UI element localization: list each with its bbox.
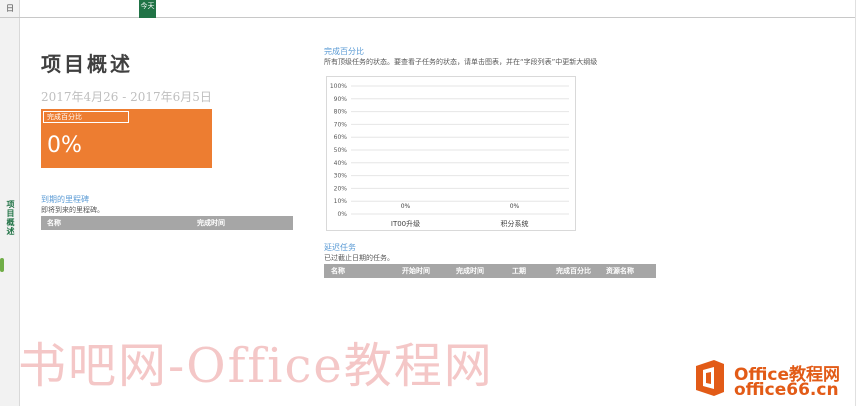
today-marker: 今天 — [139, 0, 156, 18]
late-tasks-table-header[interactable]: 名称 开始时间 完成时间 工期 完成百分比 资源名称 — [324, 264, 656, 278]
late-col-finish: 完成时间 — [456, 267, 484, 275]
office-logo-icon — [696, 360, 724, 396]
report-title[interactable]: 项目概述 — [41, 48, 133, 77]
chart-subtitle: 所有顶级任务的状态。要查看子任务的状态，请单击图表，并在“字段列表”中更新大纲级 — [324, 58, 598, 66]
percent-complete-tile[interactable]: 完成百分比 0% — [41, 109, 212, 168]
chart-x-tick-label: 积分系统 — [501, 219, 529, 228]
chart-y-tick-label: 60% — [334, 134, 348, 141]
brand-logo: Office教程网 office66.cn — [692, 356, 852, 402]
late-col-percent: 完成百分比 — [556, 267, 591, 275]
percent-complete-value: 0% — [47, 133, 82, 158]
late-col-name: 名称 — [331, 267, 345, 275]
percent-complete-chart[interactable]: 0% 10% 20% 30% 40% 50% 60% 70% 80% 90% 100% 0% IT00升… — [326, 76, 576, 231]
report-canvas: 日 项目概述 今天 项目概述 2017年4月26 - 2017年6月5日 完成百… — [0, 0, 856, 406]
late-col-duration: 工期 — [512, 267, 526, 275]
chart-y-tick-label: 100% — [330, 83, 347, 90]
chart-y-tick-label: 40% — [334, 160, 348, 167]
chart-y-tick-label: 70% — [334, 121, 348, 128]
chart-y-tick-label: 0% — [337, 211, 347, 218]
chart-data-label: 0% — [510, 203, 520, 210]
timeline-bar[interactable]: 今天 — [20, 0, 856, 18]
timeline-label-cell[interactable]: 日 — [0, 0, 20, 18]
project-date-range[interactable]: 2017年4月26 - 2017年6月5日 — [41, 88, 212, 105]
milestones-subtitle: 即将到来的里程碑。 — [41, 206, 104, 214]
chart-y-tick-label: 90% — [334, 96, 348, 103]
late-tasks-subtitle: 已过截止日期的任务。 — [324, 254, 394, 262]
chart-x-tick-label: IT00升级 — [391, 219, 420, 228]
watermark-text: 书吧网-Office教程网 — [18, 338, 494, 394]
chart-y-tick-label: 50% — [334, 147, 348, 154]
scroll-indicator — [0, 258, 4, 272]
chart-data-label: 0% — [401, 203, 411, 210]
logo-text-bottom: office66.cn — [734, 380, 839, 400]
late-col-start: 开始时间 — [402, 267, 430, 275]
chart-y-tick-label: 20% — [334, 185, 348, 192]
left-view-strip: 日 项目概述 — [0, 0, 20, 406]
chart-title[interactable]: 完成百分比 — [324, 46, 364, 57]
chart-y-tick-label: 80% — [334, 109, 348, 116]
chart-svg: 0% 10% 20% 30% 40% 50% 60% 70% 80% 90% 100% 0% IT00升… — [330, 83, 569, 228]
late-col-resources: 资源名称 — [606, 267, 634, 275]
milestones-col-finish: 完成时间 — [197, 219, 225, 227]
milestones-table-header[interactable]: 名称 完成时间 — [41, 216, 293, 230]
percent-complete-label: 完成百分比 — [43, 111, 129, 123]
milestones-col-name: 名称 — [47, 219, 61, 227]
view-tab-project-overview[interactable]: 项目概述 — [4, 200, 16, 236]
late-tasks-title[interactable]: 延迟任务 — [324, 242, 356, 253]
chart-y-tick-label: 10% — [334, 198, 348, 205]
chart-y-tick-label: 30% — [334, 173, 348, 180]
milestones-title[interactable]: 到期的里程碑 — [41, 194, 89, 205]
